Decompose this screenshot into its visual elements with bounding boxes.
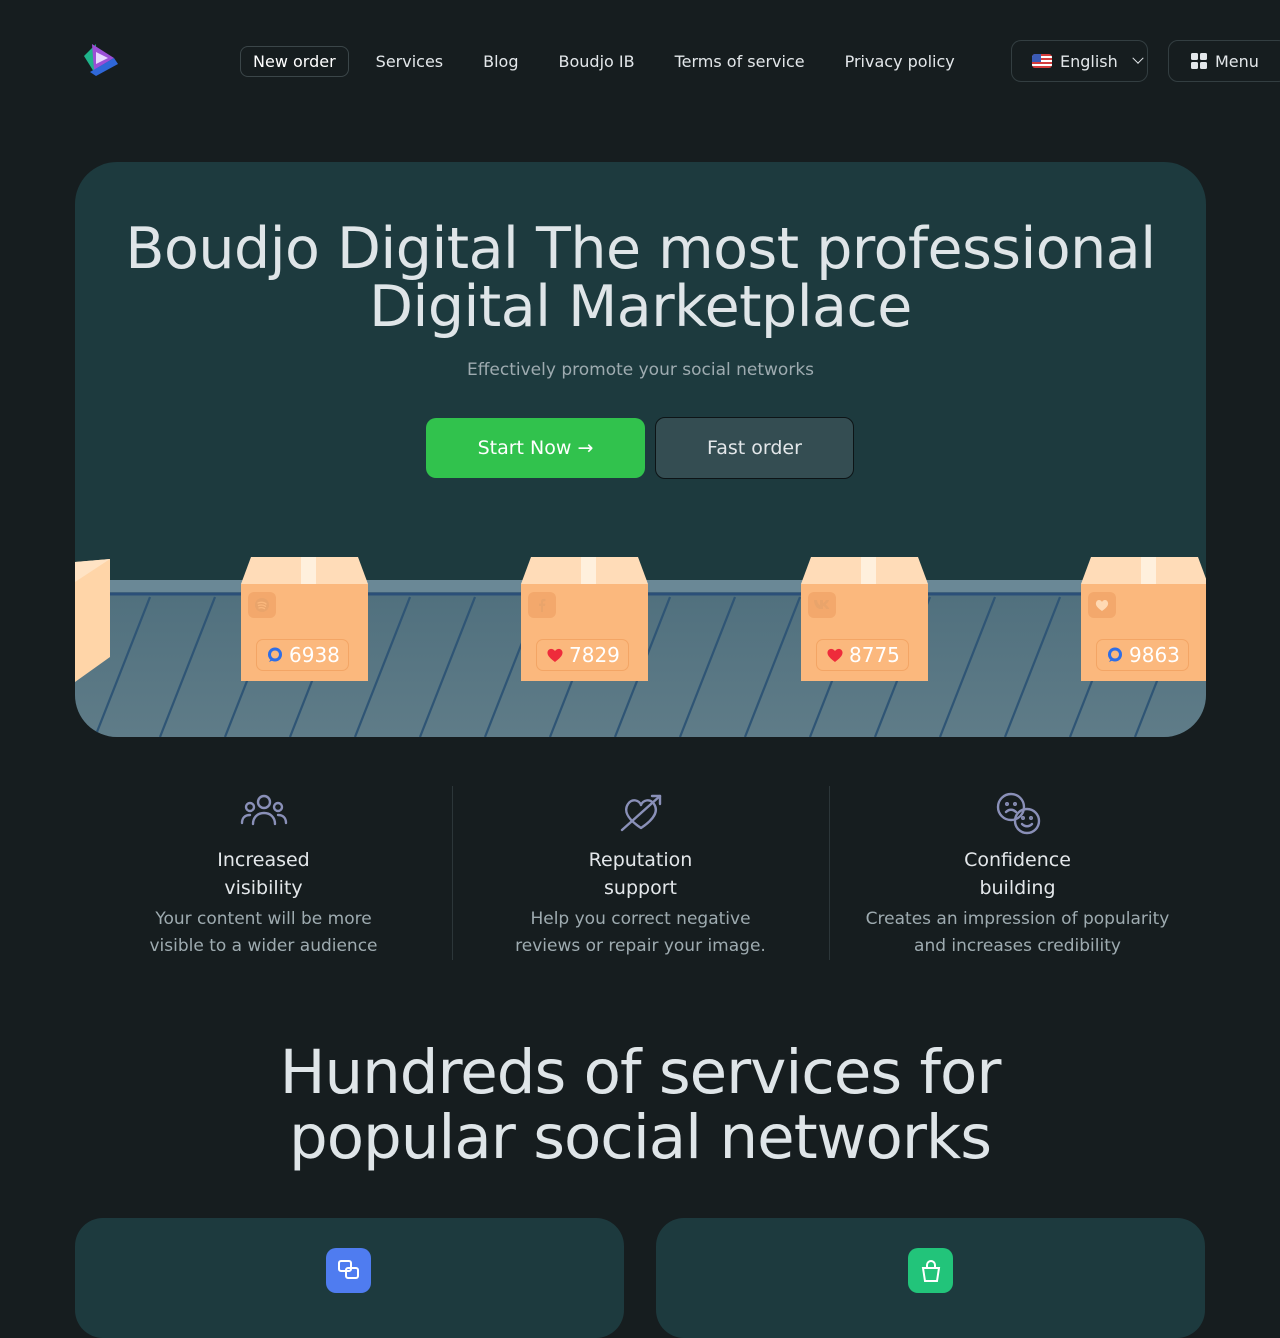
nav-boudjo-ib[interactable]: Boudjo IB	[546, 46, 648, 77]
language-label: English	[1060, 51, 1118, 71]
feature-reputation-support: Reputation support Help you correct negat…	[452, 786, 829, 961]
feature-title-line2: visibility	[224, 877, 303, 899]
nav-terms-of-service[interactable]: Terms of service	[662, 46, 818, 77]
chat-icon	[326, 1248, 371, 1293]
feature-confidence-building: Confidence building Creates an impression…	[829, 786, 1206, 961]
start-now-button[interactable]: Start Now →	[426, 418, 645, 478]
menu-button[interactable]: Menu	[1168, 40, 1280, 82]
heart-icon	[826, 647, 844, 663]
box-count: 7829	[569, 643, 620, 667]
feature-title-line2: support	[604, 877, 677, 899]
feature-title-line1: Confidence	[964, 849, 1071, 871]
hero-subtitle: Effectively promote your social networks	[466, 360, 815, 380]
feature-desc-line2: reviews or repair your image.	[515, 936, 766, 956]
hero-section: Boudjo Digital The most professional Dig…	[75, 162, 1206, 737]
brand-logo[interactable]	[80, 42, 120, 80]
count-badge: 9863	[1096, 639, 1189, 671]
comment-icon	[266, 646, 284, 664]
count-badge: 7829	[536, 639, 629, 671]
feature-desc-line1: Help you correct negative	[530, 909, 751, 929]
comment-icon	[1106, 646, 1124, 664]
chevron-down-icon	[1132, 52, 1144, 64]
feature-title-line1: Reputation	[588, 849, 693, 871]
heart-icon	[546, 647, 564, 663]
vk-icon	[808, 592, 836, 618]
box-4: 9863	[1081, 557, 1206, 681]
grid-icon	[1191, 53, 1207, 69]
box-count: 8775	[849, 643, 900, 667]
box-2: 7829	[521, 557, 648, 681]
nav-services[interactable]: Services	[363, 46, 456, 77]
emoji-faces-icon	[996, 792, 1040, 835]
feature-title-line2: building	[979, 877, 1056, 899]
hero-title: Boudjo Digital The most professional Dig…	[75, 220, 1206, 336]
count-badge: 6938	[256, 639, 349, 671]
service-card-2[interactable]	[656, 1218, 1205, 1338]
shopping-bag-icon	[908, 1248, 953, 1293]
feature-desc-line2: visible to a wider audience	[149, 936, 378, 956]
fast-order-button[interactable]: Fast order	[655, 417, 854, 479]
feature-desc-line2: and increases credibility	[914, 936, 1121, 956]
language-selector[interactable]: English	[1011, 40, 1148, 82]
like-heart-icon	[1088, 592, 1116, 618]
feature-title-line1: Increased	[217, 849, 310, 871]
feature-desc-line1: Creates an impression of popularity	[865, 909, 1170, 929]
facebook-icon	[528, 592, 556, 618]
box-1: 6938	[241, 557, 368, 681]
main-nav: New order Services Blog Boudjo IB Terms …	[240, 45, 982, 77]
services-title-line2: popular social networks	[288, 1102, 992, 1173]
box-count: 9863	[1129, 643, 1180, 667]
users-icon	[240, 794, 287, 826]
heart-arrow-icon	[620, 794, 661, 832]
nav-privacy-policy[interactable]: Privacy policy	[832, 46, 968, 77]
nav-new-order[interactable]: New order	[240, 45, 349, 77]
services-title-line1: Hundreds of services for	[279, 1037, 1002, 1108]
services-section-title: Hundreds of services for popular social …	[0, 1040, 1280, 1170]
us-flag-icon	[1032, 54, 1052, 68]
box-3: 8775	[801, 557, 928, 681]
feature-increased-visibility: Increased visibility Your content will be…	[75, 786, 452, 961]
spotify-icon	[248, 592, 276, 618]
count-badge: 8775	[816, 639, 909, 671]
menu-label: Menu	[1215, 51, 1259, 71]
service-card-1[interactable]	[75, 1218, 624, 1338]
hero-title-line2: Digital Marketplace	[369, 274, 912, 340]
box-count: 6938	[289, 643, 340, 667]
features-row: Increased visibility Your content will be…	[75, 786, 1206, 961]
nav-blog[interactable]: Blog	[470, 46, 531, 77]
hero-title-line1: Boudjo Digital The most professional	[125, 216, 1156, 282]
feature-desc-line1: Your content will be more	[155, 909, 372, 929]
